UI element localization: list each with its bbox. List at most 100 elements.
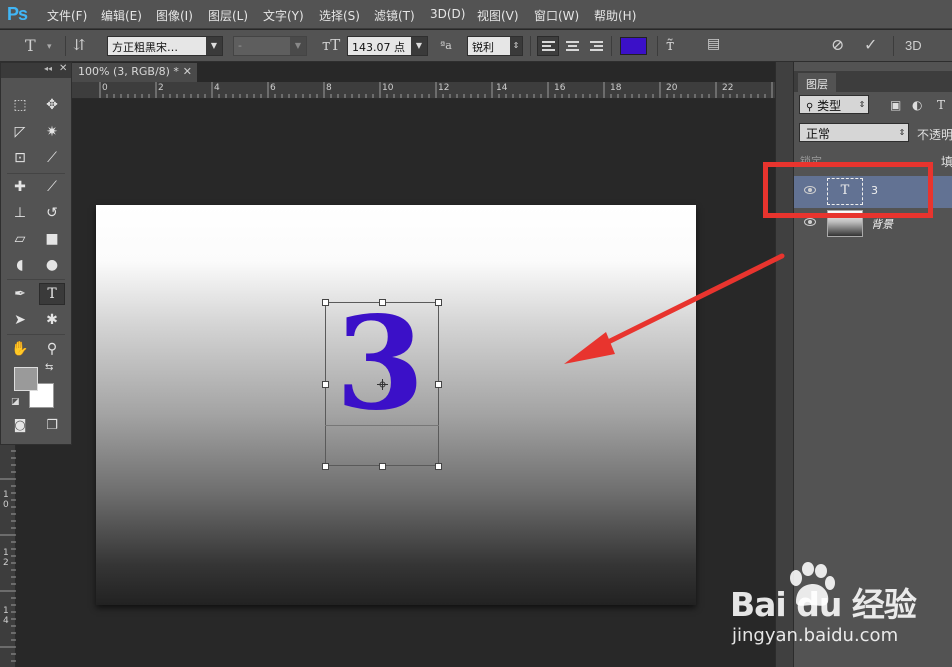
ruler-horizontal[interactable]: 0 2 4 6 8 10 12 14 16 18 20 22 [72,82,775,99]
ruler-number: 0 [102,83,108,93]
collapse-icon[interactable]: ◂◂ [44,64,52,73]
pen-tool[interactable]: ✒ [7,283,33,305]
layers-tab[interactable]: 图层 [798,73,836,94]
3d-mode-button[interactable]: 3D [905,38,922,53]
filter-type-icon[interactable]: T [937,98,945,112]
font-size-value: 143.07 点 [352,41,405,54]
layer-filter-select[interactable]: ⚲ 类型 ⇕ [799,95,869,114]
healing-brush-tool[interactable]: ✚ [7,176,33,198]
commit-check-icon[interactable]: ✓ [864,35,877,54]
ruler-number: 0 [3,500,9,510]
filter-pixel-icon[interactable]: ▣ [890,98,901,112]
options-divider [657,36,658,56]
options-divider [65,36,66,56]
eyedropper-tool[interactable]: ⟋ [39,147,65,169]
align-center-button[interactable] [561,36,583,56]
transform-handle[interactable] [435,381,442,388]
ruler-number: 20 [666,83,678,93]
close-icon[interactable]: ✕ [183,65,192,78]
gradient-tool[interactable]: ■ [39,228,65,250]
toolbox-header[interactable]: ◂◂ ✕ [1,63,71,78]
ruler-number: 2 [3,558,9,568]
swap-colors-icon[interactable]: ⇆ [45,362,53,373]
warp-text-icon[interactable]: ᴛ̃ [666,36,674,54]
lasso-tool[interactable]: ◸ [7,121,33,143]
font-size-select[interactable]: 143.07 点 ▼ [347,36,428,56]
brush-tool[interactable]: ⟋ [39,176,65,198]
rect-marquee-tool[interactable]: ⬚ [7,94,33,116]
menu-edit[interactable]: 编辑(E) [101,7,142,24]
screen-mode-icon[interactable]: ❐ [39,415,65,437]
transform-handle[interactable] [435,463,442,470]
font-family-select[interactable]: 方正粗黑宋… ▼ [107,36,223,56]
red-arrow-annotation [564,253,785,364]
reference-point-icon[interactable] [377,379,388,390]
font-family-value: 方正粗黑宋… [112,41,178,54]
menu-type[interactable]: 文字(Y) [263,7,304,24]
font-style-select[interactable]: - ▼ [233,36,307,56]
blur-tool[interactable]: ◖ [7,254,33,276]
menu-view[interactable]: 视图(V) [477,7,519,24]
move-tool[interactable]: ✥ [39,94,65,116]
transform-handle[interactable] [322,299,329,306]
visibility-eye-icon[interactable] [804,218,816,226]
close-icon[interactable]: ✕ [59,63,67,74]
ruler-number: 1 [3,548,9,558]
ruler-number: 18 [610,83,622,93]
align-left-button[interactable] [537,36,559,56]
toolbox-divider [7,334,65,335]
text-color-swatch[interactable] [620,37,647,55]
crop-tool[interactable]: ⊡ [7,147,33,169]
foreground-color-swatch[interactable] [14,367,38,391]
transform-handle[interactable] [322,381,329,388]
clone-stamp-tool[interactable]: ⊥ [7,202,33,224]
zoom-tool[interactable]: ⚲ [39,338,65,360]
options-divider [530,36,531,56]
transform-handle[interactable] [379,463,386,470]
ruler-number: 4 [3,616,9,626]
menu-help[interactable]: 帮助(H) [594,7,636,24]
dodge-tool[interactable]: ● [39,254,65,276]
path-selection-tool[interactable]: ➤ [7,309,33,331]
menu-layer[interactable]: 图层(L) [208,7,248,24]
magic-wand-tool[interactable]: ✷ [39,121,65,143]
chevron-down-icon: ▼ [206,37,222,55]
eraser-tool[interactable]: ▱ [7,228,33,250]
menu-select[interactable]: 选择(S) [319,7,360,24]
hand-tool[interactable]: ✋ [7,338,33,360]
type-tool[interactable]: T [39,283,65,305]
transform-handle[interactable] [435,299,442,306]
ruler-number: 22 [722,83,734,93]
transform-handle[interactable] [379,299,386,306]
transform-handle[interactable] [322,463,329,470]
ruler-number: 4 [214,83,220,93]
cancel-icon[interactable]: ⊘ [831,35,844,54]
menu-filter[interactable]: 滤镜(T) [374,7,415,24]
toolbox-divider [7,173,65,174]
menu-file[interactable]: 文件(F) [47,7,87,24]
document-tab[interactable]: 100% (3, RGB/8) * ✕ [72,63,197,82]
custom-shape-tool[interactable]: ✱ [39,309,65,331]
align-right-button[interactable] [585,36,607,56]
text-orientation-icon[interactable]: ⇵ [73,36,86,54]
ruler-number: 10 [382,83,394,93]
history-brush-tool[interactable]: ↺ [39,202,65,224]
ruler-number: 12 [438,83,450,93]
menu-window[interactable]: 窗口(W) [534,7,579,24]
blend-mode-select[interactable]: 正常 ⇕ [799,123,909,142]
menu-image[interactable]: 图像(I) [156,7,193,24]
quick-mask-icon[interactable]: ◙ [7,415,33,437]
watermark-url: jingyan.baidu.com [732,625,899,646]
font-size-icon: ᴛT [322,36,341,54]
ruler-number: 6 [270,83,276,93]
filter-adjustment-icon[interactable]: ◐ [912,98,922,112]
menu-3d[interactable]: 3D(D) [430,7,465,21]
character-panel-icon[interactable]: ▤ [707,36,720,52]
layer-name: 背景 [871,218,893,231]
type-tool-preset-icon[interactable]: T [25,36,36,55]
antialias-select[interactable]: 锐利 ⇕ [467,36,523,56]
preset-chevron-down-icon[interactable]: ▾ [47,42,52,52]
fill-label: 填 [941,155,952,169]
ruler-number: 1 [3,606,9,616]
default-colors-icon[interactable]: ◪ [11,397,20,407]
